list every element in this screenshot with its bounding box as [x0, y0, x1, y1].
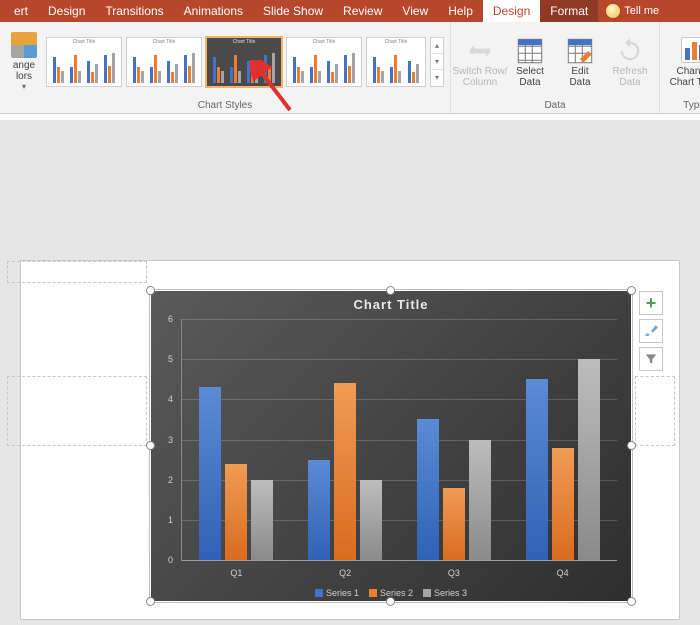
resize-handle[interactable] — [627, 286, 636, 295]
change-colors-label: ange lors — [13, 60, 35, 82]
chart-style-3-selected[interactable]: Chart Title — [206, 37, 282, 87]
group-label-data: Data — [457, 98, 653, 113]
bulb-icon — [606, 4, 620, 18]
change-colors-button[interactable]: ange lors ▾ — [6, 32, 42, 91]
chart-elements-button[interactable]: + — [639, 291, 663, 315]
chart-style-gallery: Chart Title Chart Title Chart Title — [46, 37, 444, 87]
tell-me[interactable]: Tell me — [598, 0, 667, 22]
gallery-scroll-down[interactable]: ▾ — [431, 54, 443, 70]
slide[interactable]: Chart Title 0123456Q1Q2Q3Q4 Series 1Seri… — [20, 260, 680, 620]
resize-handle[interactable] — [386, 286, 395, 295]
plus-icon: + — [646, 294, 657, 312]
placeholder-right — [635, 376, 675, 446]
tell-me-label: Tell me — [624, 5, 659, 17]
chart-style-2[interactable]: Chart Title — [126, 37, 202, 87]
chart-type-icon — [681, 37, 700, 63]
gallery-scroll: ▴ ▾ ▾ — [430, 37, 444, 87]
group-label-type: Type — [666, 98, 700, 113]
dropdown-icon: ▾ — [22, 82, 26, 91]
change-chart-type-button[interactable]: Change Chart Type — [666, 35, 700, 88]
switch-row-column-button: Switch Row/ Column — [457, 35, 503, 88]
resize-handle[interactable] — [627, 441, 636, 450]
tab-chart-design[interactable]: Design — [483, 0, 540, 22]
refresh-icon — [616, 37, 644, 65]
ribbon-tabs: ert Design Transitions Animations Slide … — [0, 0, 700, 22]
tab-review[interactable]: Review — [333, 0, 392, 22]
group-chart-styles: ange lors ▾ Chart Title Chart Title — [0, 22, 451, 113]
switch-icon — [466, 37, 494, 65]
tab-help[interactable]: Help — [438, 0, 483, 22]
tab-design[interactable]: Design — [38, 0, 95, 22]
resize-handle[interactable] — [146, 286, 155, 295]
tab-animations[interactable]: Animations — [174, 0, 253, 22]
ribbon: ange lors ▾ Chart Title Chart Title — [0, 22, 700, 114]
grid-icon — [516, 37, 544, 65]
grid-pencil-icon — [566, 37, 594, 65]
chart-side-buttons: + — [639, 291, 663, 371]
chart-style-1[interactable]: Chart Title — [46, 37, 122, 87]
tab-chart-format[interactable]: Format — [540, 0, 598, 22]
tab-insert[interactable]: ert — [4, 0, 38, 22]
selection-outline — [149, 289, 633, 603]
chart-object[interactable]: Chart Title 0123456Q1Q2Q3Q4 Series 1Seri… — [151, 291, 631, 601]
edit-data-button[interactable]: Edit Data — [557, 35, 603, 88]
funnel-icon — [644, 352, 658, 366]
select-data-button[interactable]: Select Data — [507, 35, 553, 88]
tab-transitions[interactable]: Transitions — [95, 0, 173, 22]
chart-filter-button[interactable] — [639, 347, 663, 371]
tab-view[interactable]: View — [392, 0, 438, 22]
placeholder-left — [7, 376, 147, 446]
group-data: Switch Row/ Column Select Data Edit Data… — [451, 22, 660, 113]
gallery-expand[interactable]: ▾ — [431, 70, 443, 86]
palette-icon — [11, 32, 37, 58]
resize-handle[interactable] — [146, 597, 155, 606]
chart-style-5[interactable]: Chart Title — [366, 37, 426, 87]
resize-handle[interactable] — [146, 441, 155, 450]
resize-handle[interactable] — [627, 597, 636, 606]
gallery-scroll-up[interactable]: ▴ — [431, 38, 443, 54]
group-label-chart-styles: Chart Styles — [6, 98, 444, 113]
slide-canvas: Chart Title 0123456Q1Q2Q3Q4 Series 1Seri… — [0, 120, 700, 625]
chart-styles-button[interactable] — [639, 319, 663, 343]
tab-slideshow[interactable]: Slide Show — [253, 0, 333, 22]
refresh-data-button: Refresh Data — [607, 35, 653, 88]
placeholder-title — [7, 261, 147, 283]
chart-style-4[interactable]: Chart Title — [286, 37, 362, 87]
brush-icon — [644, 324, 658, 338]
resize-handle[interactable] — [386, 597, 395, 606]
group-type: Change Chart Type Type — [660, 22, 700, 113]
